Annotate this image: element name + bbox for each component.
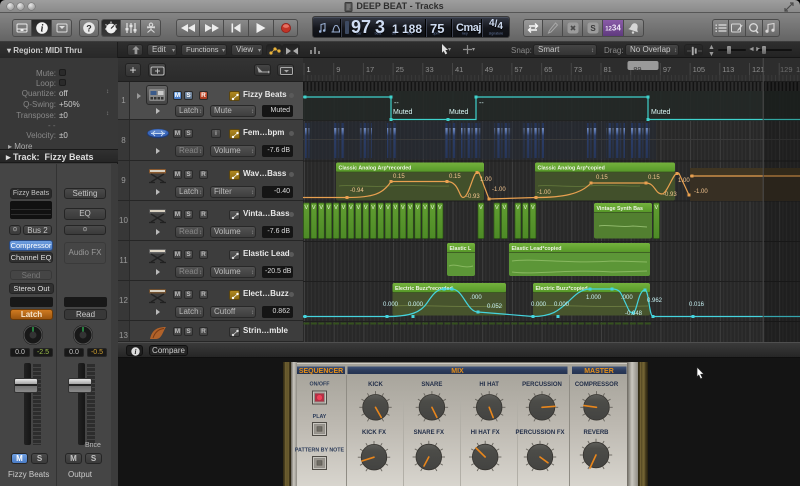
svg-text:V: V xyxy=(319,205,323,211)
svg-text:V: V xyxy=(394,205,398,211)
svg-text:V: V xyxy=(386,205,390,211)
svg-text:V: V xyxy=(342,205,346,211)
svg-text:Vintage Synth Bas: Vintage Synth Bas xyxy=(597,206,643,212)
svg-text:Classic Analog Arp*copied: Classic Analog Arp*copied xyxy=(538,166,605,172)
svg-text:73: 73 xyxy=(574,65,582,74)
svg-text:1: 1 xyxy=(796,65,800,74)
svg-text:-0.93: -0.93 xyxy=(466,194,480,200)
svg-text:S: S xyxy=(590,24,596,33)
svg-text:105: 105 xyxy=(693,65,706,74)
svg-text:.000: .000 xyxy=(621,295,633,301)
svg-text:-1.00: -1.00 xyxy=(537,190,551,196)
svg-text:SNARE FX: SNARE FX xyxy=(414,430,444,436)
svg-text:V: V xyxy=(371,205,375,211)
svg-text:i: i xyxy=(40,24,43,35)
svg-text:49: 49 xyxy=(485,65,493,74)
svg-text:V: V xyxy=(431,205,435,211)
svg-text:Electric Buzz*copied: Electric Buzz*copied xyxy=(536,286,588,292)
svg-text:V: V xyxy=(379,205,383,211)
svg-text:ON/OFF: ON/OFF xyxy=(309,382,330,388)
svg-text:57: 57 xyxy=(514,65,522,74)
svg-text:PLAY: PLAY xyxy=(313,414,327,420)
svg-text:25: 25 xyxy=(396,65,404,74)
svg-text:V: V xyxy=(408,205,412,211)
svg-text:V: V xyxy=(401,205,405,211)
svg-text:i: i xyxy=(135,348,137,356)
svg-text:89: 89 xyxy=(633,65,641,74)
svg-text:-0.048: -0.048 xyxy=(625,311,643,317)
svg-text:PERCUSSION: PERCUSSION xyxy=(522,382,562,388)
svg-text:0.000: 0.000 xyxy=(408,302,424,308)
svg-text:MASTER: MASTER xyxy=(584,368,614,375)
svg-text:V: V xyxy=(305,205,309,211)
svg-text:0.15: 0.15 xyxy=(449,174,461,180)
svg-text:97: 97 xyxy=(663,65,671,74)
svg-text:1.000: 1.000 xyxy=(586,295,602,301)
svg-text:V: V xyxy=(423,205,427,211)
svg-text:0.15: 0.15 xyxy=(596,175,608,181)
svg-text:HI HAT FX: HI HAT FX xyxy=(471,430,500,436)
svg-text:V: V xyxy=(524,205,528,211)
svg-text:41: 41 xyxy=(455,65,463,74)
svg-text:Muted: Muted xyxy=(651,109,671,116)
svg-text:0.016: 0.016 xyxy=(689,302,705,308)
svg-text:0.962: 0.962 xyxy=(647,298,663,304)
svg-text:V: V xyxy=(416,205,420,211)
svg-text:V: V xyxy=(364,205,368,211)
svg-text:MIX: MIX xyxy=(451,368,464,375)
svg-text:9: 9 xyxy=(336,65,340,74)
svg-text:REVERB: REVERB xyxy=(583,430,609,436)
svg-text:0.000: 0.000 xyxy=(554,302,570,308)
svg-text:V: V xyxy=(531,205,535,211)
svg-text:Elastic L: Elastic L xyxy=(450,246,473,252)
svg-text:SNARE: SNARE xyxy=(421,382,442,388)
svg-text:V: V xyxy=(503,205,507,211)
svg-text:129: 129 xyxy=(780,65,793,74)
svg-text:V: V xyxy=(479,205,483,211)
svg-text:PATTERN BY NOTE: PATTERN BY NOTE xyxy=(295,448,345,454)
svg-text:COMPRESSOR: COMPRESSOR xyxy=(575,382,619,388)
svg-text:0.000: 0.000 xyxy=(383,302,399,308)
svg-text:Elastic Lead*copied: Elastic Lead*copied xyxy=(512,246,562,252)
svg-text:-1.00: -1.00 xyxy=(492,187,506,193)
svg-text:HI HAT: HI HAT xyxy=(479,382,499,388)
svg-text:V: V xyxy=(327,205,331,211)
svg-text:V: V xyxy=(655,205,659,211)
svg-text:--: -- xyxy=(479,100,484,107)
svg-text:-1.00: -1.00 xyxy=(694,189,708,195)
svg-text:Muted: Muted xyxy=(393,109,413,116)
svg-text:0.000: 0.000 xyxy=(531,302,547,308)
svg-text:121: 121 xyxy=(752,65,765,74)
svg-text:V: V xyxy=(312,205,316,211)
svg-text:1.00: 1.00 xyxy=(480,177,492,183)
svg-text:Muted: Muted xyxy=(449,109,469,116)
svg-text:PERCUSSION FX: PERCUSSION FX xyxy=(515,430,564,436)
svg-text:17: 17 xyxy=(366,65,374,74)
svg-text:V: V xyxy=(516,205,520,211)
svg-text:SEQUENCER: SEQUENCER xyxy=(299,368,343,375)
svg-text:?: ? xyxy=(86,24,92,34)
svg-text:113: 113 xyxy=(722,65,734,74)
svg-text:-0.94: -0.94 xyxy=(350,188,364,194)
svg-text:65: 65 xyxy=(544,65,552,74)
svg-text:33: 33 xyxy=(425,65,433,74)
svg-text:-0.93: -0.93 xyxy=(663,192,677,198)
svg-text:0.15: 0.15 xyxy=(393,174,405,180)
svg-text:0.15: 0.15 xyxy=(648,175,660,181)
svg-text:V: V xyxy=(438,205,442,211)
svg-text:KICK: KICK xyxy=(368,382,383,388)
svg-text:--: -- xyxy=(394,100,399,107)
svg-text:Classic Analog Arp*recorded: Classic Analog Arp*recorded xyxy=(339,166,412,172)
svg-text:0.052: 0.052 xyxy=(487,304,503,310)
svg-text:1: 1 xyxy=(307,65,311,74)
svg-text:81: 81 xyxy=(604,65,612,74)
svg-text:KICK FX: KICK FX xyxy=(362,430,386,436)
svg-text:V: V xyxy=(349,205,353,211)
svg-text:V: V xyxy=(356,205,360,211)
svg-text:V: V xyxy=(334,205,338,211)
svg-text:V: V xyxy=(495,205,499,211)
svg-text:.000: .000 xyxy=(470,295,482,301)
svg-text:1.00: 1.00 xyxy=(678,178,690,184)
